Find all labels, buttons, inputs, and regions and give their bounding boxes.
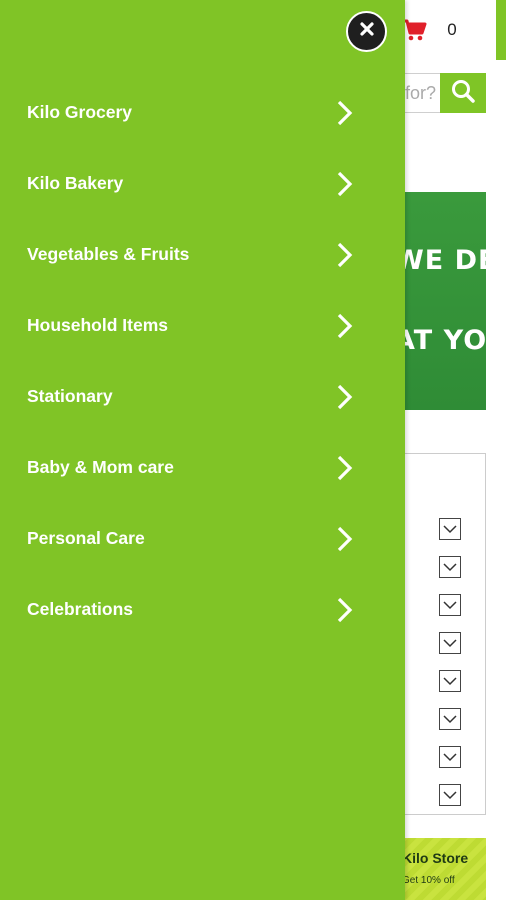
expand-toggle[interactable] [439, 784, 461, 806]
chevron-down-icon [443, 714, 457, 723]
chevron-right-icon [337, 100, 353, 125]
chevron-right-icon [337, 597, 353, 622]
menu-item-household-items[interactable]: Household Items [0, 290, 405, 361]
delivery-banner[interactable]: WE DELIVER AT YOUR HOME [400, 192, 486, 410]
promo-title: Kilo Store [402, 850, 469, 866]
menu-item-kilo-grocery[interactable]: Kilo Grocery [0, 77, 405, 148]
menu-item-label: Household Items [27, 315, 168, 335]
expand-toggle[interactable] [439, 594, 461, 616]
menu-item-label: Baby & Mom care [27, 457, 174, 477]
expand-toggle[interactable] [439, 632, 461, 654]
chevron-down-icon [443, 600, 457, 609]
search-input[interactable]: What are you looking for? [400, 73, 440, 113]
expand-toggle[interactable] [439, 746, 461, 768]
expand-toggle[interactable] [439, 518, 461, 540]
menu-item-label: Kilo Bakery [27, 173, 124, 193]
menu-item-label: Vegetables & Fruits [27, 244, 190, 264]
chevron-down-icon [443, 676, 457, 685]
menu-item-kilo-bakery[interactable]: Kilo Bakery [0, 148, 405, 219]
close-drawer-button[interactable] [346, 11, 387, 52]
banner-line-2: AT YOUR HOME [400, 325, 486, 356]
chevron-down-icon [443, 790, 457, 799]
chevron-right-icon [337, 384, 353, 409]
expand-toggle[interactable] [439, 670, 461, 692]
chevron-down-icon [443, 638, 457, 647]
banner-line-1: WE DELIVER [400, 245, 486, 276]
chevron-right-icon [337, 313, 353, 338]
search-icon [450, 78, 476, 109]
menu-item-label: Celebrations [27, 599, 133, 619]
menu-item-label: Stationary [27, 386, 113, 406]
search-placeholder: What are you looking for? [401, 83, 436, 103]
expand-toggle[interactable] [439, 556, 461, 578]
menu-item-baby-mom-care[interactable]: Baby & Mom care [0, 432, 405, 503]
menu-item-celebrations[interactable]: Celebrations [0, 574, 405, 645]
promo-banner[interactable]: Kilo Store Get 10% off [400, 838, 486, 900]
chevron-right-icon [337, 171, 353, 196]
menu-item-personal-care[interactable]: Personal Care [0, 503, 405, 574]
menu-item-stationary[interactable]: Stationary [0, 361, 405, 432]
menu-item-label: Personal Care [27, 528, 145, 548]
menu-item-label: Kilo Grocery [27, 102, 133, 122]
chevron-down-icon [443, 752, 457, 761]
chevron-down-icon [443, 562, 457, 571]
chevron-right-icon [337, 242, 353, 267]
chevron-down-icon [443, 524, 457, 533]
expand-toggle[interactable] [439, 708, 461, 730]
menu-item-vegetables-fruits[interactable]: Vegetables & Fruits [0, 219, 405, 290]
promo-subtitle: Get 10% off [402, 875, 455, 886]
search-button[interactable] [440, 73, 486, 113]
category-drawer: Kilo Grocery Kilo Bakery Vegetables & Fr… [0, 0, 405, 900]
accent-bar [496, 0, 506, 60]
chevron-right-icon [337, 526, 353, 551]
close-icon [359, 21, 375, 42]
chevron-right-icon [337, 455, 353, 480]
cart-count: 0 [447, 20, 457, 39]
